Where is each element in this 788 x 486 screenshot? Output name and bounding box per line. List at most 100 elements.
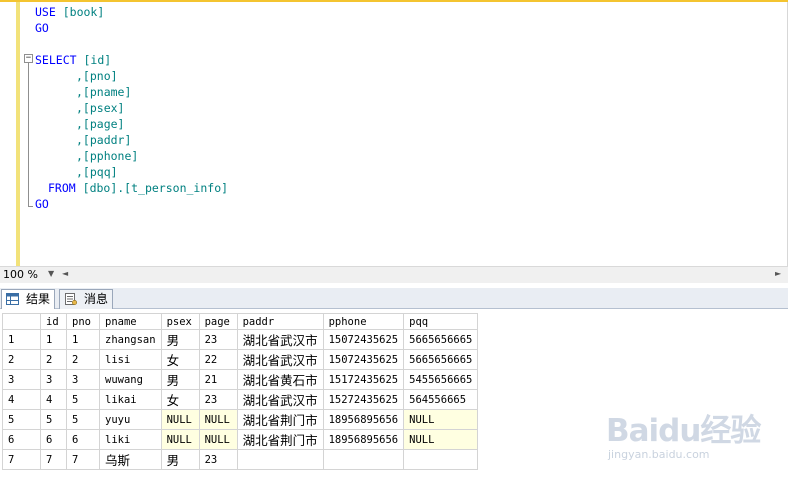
grid-cell-pphone[interactable]: [322, 449, 405, 470]
code-line: ,[psex]: [76, 100, 124, 116]
sql-identifier: [dbo].[t_person_info]: [82, 181, 229, 195]
grid-cell-page[interactable]: 23: [198, 389, 238, 410]
grid-cell-pname[interactable]: yuyu: [99, 409, 162, 430]
row-number[interactable]: 7: [2, 449, 41, 470]
column-header-id[interactable]: id: [40, 313, 67, 330]
grid-cell-id[interactable]: 7: [40, 449, 67, 470]
row-number[interactable]: 1: [2, 329, 41, 350]
grid-cell-id[interactable]: 3: [40, 369, 67, 390]
table-row[interactable]: 6 6 6 liki NULL NULL 湖北省荆门市 18956895656 NULL: [2, 429, 479, 450]
column-header-page[interactable]: page: [198, 313, 238, 330]
grid-cell-pname[interactable]: zhangsan: [99, 329, 162, 350]
grid-cell-pno[interactable]: 2: [66, 349, 100, 370]
grid-cell-page[interactable]: 23: [198, 329, 238, 350]
row-number[interactable]: 2: [2, 349, 41, 370]
grid-cell-pqq[interactable]: NULL: [403, 409, 479, 430]
grid-cell-page[interactable]: 21: [198, 369, 238, 390]
query-editor[interactable]: − USE [book] GO SELECT [id] ,[pno] ,[pname],…: [0, 0, 788, 266]
grid-cell-psex[interactable]: 男: [160, 329, 200, 350]
results-table: id pno pname psex page paddr pphone pqq 1 1 1 zhan…: [2, 313, 479, 470]
grid-cell-pname[interactable]: likai: [99, 389, 162, 410]
grid-cell-paddr[interactable]: 湖北省荆门市: [236, 409, 324, 430]
sql-keyword: SELECT: [35, 53, 77, 67]
collapse-region-icon[interactable]: −: [24, 54, 33, 63]
grid-cell-id[interactable]: 2: [40, 349, 67, 370]
grid-cell-psex[interactable]: NULL: [160, 429, 200, 450]
scroll-right-icon[interactable]: ►: [775, 267, 781, 281]
table-row[interactable]: 7 7 7 乌斯男 23: [2, 449, 479, 470]
zoom-dropdown-icon[interactable]: ▼: [48, 267, 54, 281]
grid-cell-pphone[interactable]: 15072435625: [322, 329, 405, 350]
grid-cell-pno[interactable]: 5: [66, 409, 100, 430]
grid-cell-pqq[interactable]: 5665656665: [403, 349, 479, 370]
column-header-paddr[interactable]: paddr: [236, 313, 324, 330]
grid-cell-paddr[interactable]: 湖北省武汉市: [236, 329, 324, 350]
tab-messages[interactable]: 消息: [59, 289, 113, 309]
grid-cell-pqq[interactable]: NULL: [403, 429, 479, 450]
grid-cell-id[interactable]: 1: [40, 329, 67, 350]
grid-cell-paddr[interactable]: [236, 449, 324, 470]
grid-cell-pno[interactable]: 3: [66, 369, 100, 390]
grid-corner-cell[interactable]: [2, 313, 41, 330]
grid-cell-id[interactable]: 4: [40, 389, 67, 410]
grid-cell-pphone[interactable]: 15172435625: [322, 369, 405, 390]
grid-cell-paddr[interactable]: 湖北省荆门市: [236, 429, 324, 450]
column-header-psex[interactable]: psex: [160, 313, 200, 330]
grid-cell-pname[interactable]: wuwang: [99, 369, 162, 390]
grid-cell-page[interactable]: NULL: [198, 429, 238, 450]
grid-cell-pno[interactable]: 1: [66, 329, 100, 350]
grid-cell-psex[interactable]: NULL: [160, 409, 200, 430]
row-number[interactable]: 5: [2, 409, 41, 430]
table-row[interactable]: 1 1 1 zhangsan 男 23 湖北省武汉市 15072435625 566565666…: [2, 329, 479, 350]
grid-cell-psex[interactable]: 女: [160, 389, 200, 410]
grid-cell-pphone[interactable]: 15072435625: [322, 349, 405, 370]
table-row[interactable]: 3 3 3 wuwang 男 21 湖北省黄石市 15172435625 5455656665: [2, 369, 479, 390]
column-header-pno[interactable]: pno: [66, 313, 100, 330]
grid-cell-pqq[interactable]: 564556665: [403, 389, 479, 410]
grid-cell-id[interactable]: 6: [40, 429, 67, 450]
grid-cell-psex[interactable]: 女: [160, 349, 200, 370]
table-row[interactable]: 2 2 2 lisi 女 22 湖北省武汉市 15072435625 5665656665: [2, 349, 479, 370]
sql-keyword: USE: [35, 5, 56, 19]
sql-identifier: ,[pno]: [76, 69, 118, 83]
table-row[interactable]: 4 4 5 likai 女 23 湖北省武汉市 15272435625 564556665: [2, 389, 479, 410]
row-number[interactable]: 3: [2, 369, 41, 390]
grid-cell-pqq[interactable]: [403, 449, 479, 470]
column-header-pname[interactable]: pname: [99, 313, 162, 330]
grid-cell-pname[interactable]: lisi: [99, 349, 162, 370]
grid-cell-page[interactable]: 22: [198, 349, 238, 370]
results-tabbar: 结果 消息: [0, 288, 788, 309]
column-header-pphone[interactable]: pphone: [322, 313, 405, 330]
grid-cell-psex[interactable]: 男: [160, 369, 200, 390]
grid-cell-pqq[interactable]: 5455656665: [403, 369, 479, 390]
row-number[interactable]: 6: [2, 429, 41, 450]
sql-identifier: ,[paddr]: [76, 133, 132, 147]
grid-cell-paddr[interactable]: 湖北省黄石市: [236, 369, 324, 390]
grid-cell-page[interactable]: 23: [198, 449, 238, 470]
grid-cell-pname[interactable]: liki: [99, 429, 162, 450]
column-header-pqq[interactable]: pqq: [403, 313, 479, 330]
grid-cell-pphone[interactable]: 15272435625: [322, 389, 405, 410]
tab-results[interactable]: 结果: [1, 289, 55, 309]
grid-cell-pqq[interactable]: 5665656665: [403, 329, 479, 350]
table-row[interactable]: 5 5 5 yuyu NULL NULL 湖北省荆门市 18956895656 NULL: [2, 409, 479, 430]
grid-cell-pphone[interactable]: 18956895656: [322, 409, 405, 430]
sql-identifier: ,[psex]: [76, 101, 125, 115]
row-number[interactable]: 4: [2, 389, 41, 410]
grid-cell-pno[interactable]: 5: [66, 389, 100, 410]
scroll-left-icon[interactable]: ◄: [62, 267, 68, 281]
grid-cell-paddr[interactable]: 湖北省武汉市: [236, 349, 324, 370]
grid-cell-page[interactable]: NULL: [198, 409, 238, 430]
sql-identifier: ,[pname]: [76, 85, 132, 99]
grid-cell-paddr[interactable]: 湖北省武汉市: [236, 389, 324, 410]
code-line: SELECT [id]: [35, 52, 111, 68]
code-line: FROM [dbo].[t_person_info]: [48, 180, 228, 196]
grid-cell-pno[interactable]: 7: [66, 449, 100, 470]
grid-cell-pphone[interactable]: 18956895656: [322, 429, 405, 450]
grid-cell-id[interactable]: 5: [40, 409, 67, 430]
grid-cell-psex[interactable]: 男: [160, 449, 200, 470]
grid-cell-pno[interactable]: 6: [66, 429, 100, 450]
zoom-level[interactable]: 100 %: [3, 268, 38, 282]
grid-cell-pname[interactable]: 乌斯: [99, 449, 162, 470]
code-line: ,[pqq]: [76, 164, 118, 180]
